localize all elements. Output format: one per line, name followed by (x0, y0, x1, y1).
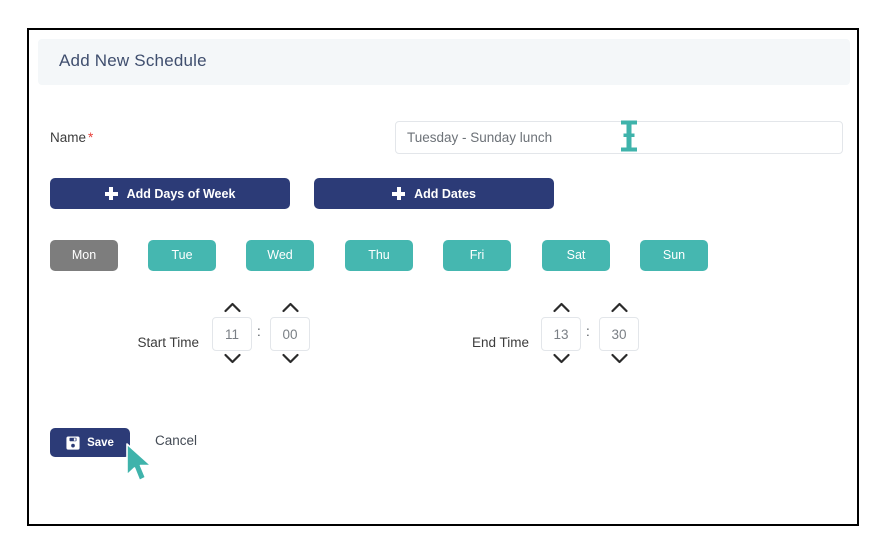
add-dates-button[interactable]: Add Dates (314, 178, 554, 209)
start-minutes-stepper (270, 299, 310, 369)
end-hours-increment-icon[interactable] (541, 299, 581, 317)
day-chip-sat[interactable]: Sat (542, 240, 610, 271)
schedule-name-input[interactable] (395, 121, 843, 154)
start-hours-input[interactable] (212, 317, 252, 351)
name-label-text: Name (50, 130, 87, 145)
day-chip-thu[interactable]: Thu (345, 240, 413, 271)
required-asterisk: * (88, 130, 94, 145)
save-button[interactable]: Save (50, 428, 130, 457)
day-chip-wed[interactable]: Wed (246, 240, 314, 271)
end-hours-stepper (541, 299, 581, 369)
end-minutes-increment-icon[interactable] (599, 299, 639, 317)
save-button-label: Save (87, 436, 114, 449)
day-chip-fri[interactable]: Fri (443, 240, 511, 271)
start-minutes-increment-icon[interactable] (270, 299, 310, 317)
start-hours-decrement-icon[interactable] (212, 351, 252, 369)
end-minutes-input[interactable] (599, 317, 639, 351)
day-chip-tue[interactable]: Tue (148, 240, 216, 271)
end-hours-input[interactable] (541, 317, 581, 351)
start-hours-stepper (212, 299, 252, 369)
end-hours-decrement-icon[interactable] (541, 351, 581, 369)
start-minutes-decrement-icon[interactable] (270, 351, 310, 369)
start-minutes-input[interactable] (270, 317, 310, 351)
end-minutes-decrement-icon[interactable] (599, 351, 639, 369)
cancel-button[interactable]: Cancel (155, 433, 197, 448)
page-title: Add New Schedule (59, 51, 207, 70)
name-label: Name * (50, 130, 93, 145)
add-days-of-week-button[interactable]: Add Days of Week (50, 178, 290, 209)
add-dates-label: Add Dates (414, 186, 476, 201)
end-minutes-stepper (599, 299, 639, 369)
add-days-of-week-label: Add Days of Week (126, 186, 236, 201)
end-time-label: End Time (471, 335, 529, 350)
schedule-card: Add New Schedule Name* Add Days of Week … (27, 28, 859, 526)
start-time-separator: : (257, 324, 261, 339)
plus-icon (392, 187, 406, 200)
day-chip-mon[interactable]: Mon (50, 240, 118, 271)
start-time-label: Start Time (137, 335, 199, 350)
plus-icon (104, 187, 118, 200)
start-time-stepper-group: : (212, 299, 332, 379)
start-hours-increment-icon[interactable] (212, 299, 252, 317)
end-time-separator: : (586, 324, 590, 339)
panel-header: Add New Schedule (38, 39, 850, 85)
floppy-disk-save-icon (66, 435, 80, 450)
day-chip-sun[interactable]: Sun (640, 240, 708, 271)
end-time-stepper-group: : (541, 299, 661, 379)
